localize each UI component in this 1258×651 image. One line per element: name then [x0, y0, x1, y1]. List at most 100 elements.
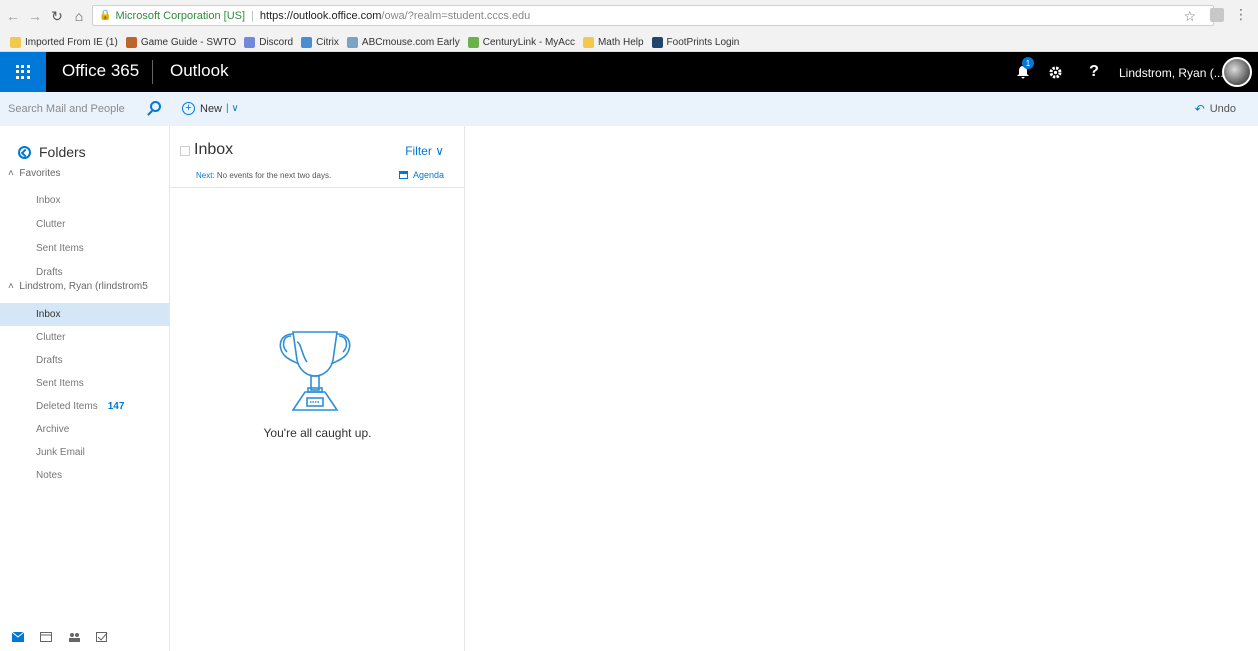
plus-icon: + [182, 102, 195, 115]
notification-badge: 1 [1022, 57, 1034, 69]
folder-label: Drafts [36, 355, 63, 366]
favorite-folder-item[interactable]: Sent Items [0, 237, 169, 260]
new-label: New [200, 102, 223, 115]
bookmark-favicon-icon [125, 36, 137, 48]
bookmark-favicon-icon [10, 36, 21, 48]
avatar[interactable] [1222, 57, 1252, 87]
favorites-group[interactable]: ˄ Favorites [8, 168, 61, 179]
bookmark-favicon-icon [244, 36, 256, 48]
unread-count-badge: 147 [107, 401, 125, 412]
folder-label: Archive [36, 424, 70, 435]
forward-arrow-icon[interactable]: → [26, 7, 44, 25]
lock-icon: 🔒 [99, 10, 112, 21]
app-name[interactable]: Outlook [170, 61, 229, 81]
chevron-up-icon: ˄ [8, 168, 14, 179]
bookmark-label: Math Help [597, 36, 644, 48]
folder-label: Notes [36, 470, 63, 481]
agenda-button[interactable]: Agenda [398, 170, 444, 180]
reading-pane [466, 126, 1258, 651]
next-label: Next: [196, 171, 215, 180]
user-name[interactable]: Lindstrom, Ryan (... [1119, 66, 1224, 80]
o365-header: Office 365 Outlook 1 ? Lindstrom, Ryan (… [0, 52, 1258, 92]
module-switcher [0, 622, 169, 651]
undo-button[interactable]: ↶ Undo [1195, 102, 1236, 116]
help-icon[interactable]: ? [1082, 52, 1106, 92]
settings-gear-icon[interactable] [1042, 52, 1068, 92]
folder-item[interactable]: Drafts [0, 349, 169, 372]
bookmark-favicon-icon [467, 36, 479, 48]
folder-item[interactable]: Clutter [0, 326, 169, 349]
undo-label: Undo [1209, 103, 1236, 115]
calendar-icon [398, 171, 408, 179]
bookmark-item[interactable]: CenturyLink - MyAcc [467, 36, 575, 48]
bookmark-item[interactable]: Math Help [582, 36, 644, 48]
folder-item[interactable]: Notes [0, 464, 169, 487]
office-brand[interactable]: Office 365 [62, 61, 139, 81]
bookmark-label: ABCmouse.com Early [361, 36, 460, 48]
tasks-icon[interactable] [96, 631, 108, 642]
bookmark-label: Discord [259, 36, 294, 48]
bookmark-item[interactable]: FootPrints Login [651, 36, 740, 48]
extension-icon[interactable] [1210, 8, 1224, 22]
bookmark-favicon-icon [346, 36, 358, 48]
bookmark-favicon-icon [582, 36, 594, 48]
people-icon[interactable] [68, 632, 80, 642]
folder-label: Deleted Items [36, 401, 98, 412]
bookmark-star-icon[interactable]: ☆ [1183, 8, 1196, 25]
site-identity: Microsoft Corporation [US] [115, 9, 246, 22]
bookmark-item[interactable]: Imported From IE (1) [10, 36, 118, 48]
address-bar[interactable]: 🔒 Microsoft Corporation [US] | https://o… [92, 5, 1214, 26]
trophy-icon [279, 331, 351, 411]
folders-header[interactable]: Folders [18, 144, 86, 160]
folder-pane: Folders ˄ Favorites Inbox Clutter Sent Ite… [0, 126, 170, 651]
chevron-down-icon[interactable]: | ∨ [226, 103, 239, 114]
folder-label: Inbox [36, 309, 61, 320]
chevron-down-icon: ∨ [435, 144, 444, 158]
folder-label: Junk Email [36, 447, 85, 458]
next-events-text: No events for the next two days. [216, 171, 332, 180]
bookmark-label: Imported From IE (1) [25, 36, 118, 48]
chevron-up-icon: ˄ [8, 281, 14, 292]
header-divider [152, 60, 153, 84]
message-list-title: Inbox [194, 141, 234, 158]
collapse-folders-icon[interactable] [18, 145, 31, 159]
url-path: /owa/?realm=student.cccs.edu [381, 9, 531, 22]
browser-chrome: ← → ↻ ⌂ 🔒 Microsoft Corporation [US] | h… [0, 0, 1258, 52]
search-icon[interactable] [150, 101, 161, 112]
folder-item[interactable]: Inbox [0, 303, 169, 326]
bookmark-item[interactable]: Citrix [301, 36, 339, 48]
folder-item[interactable]: Junk Email [0, 441, 169, 464]
favorite-folder-item[interactable]: Clutter [0, 213, 169, 236]
bookmark-item[interactable]: Game Guide - SWTO [125, 36, 236, 48]
new-button[interactable]: + New | ∨ [182, 102, 239, 115]
bookmark-label: Citrix [316, 36, 339, 48]
folder-item[interactable]: Sent Items [0, 372, 169, 395]
mail-icon[interactable] [12, 631, 24, 642]
message-list-divider [170, 187, 465, 188]
app-launcher-icon[interactable] [0, 52, 46, 92]
undo-icon: ↶ [1194, 102, 1205, 116]
address-row: ← → ↻ ⌂ 🔒 Microsoft Corporation [US] | h… [0, 0, 1258, 32]
folder-item[interactable]: Deleted Items 147 [0, 395, 169, 418]
filter-label: Filter [405, 144, 432, 158]
account-group[interactable]: ˄ Lindstrom, Ryan (rlindstrom5 [8, 281, 148, 292]
agenda-label: Agenda [412, 170, 444, 180]
search-input[interactable]: Search Mail and People [0, 92, 170, 126]
folders-header-label: Folders [39, 144, 86, 160]
calendar-icon[interactable] [40, 631, 52, 642]
back-arrow-icon[interactable]: ← [4, 7, 22, 25]
folder-item[interactable]: Archive [0, 418, 169, 441]
favorites-label: Favorites [19, 168, 61, 179]
bookmark-label: FootPrints Login [666, 36, 740, 48]
filter-button[interactable]: Filter ∨ [405, 144, 444, 158]
bookmarks-bar: Imported From IE (1) Game Guide - SWTO Dis… [0, 32, 1258, 52]
reload-icon[interactable]: ↻ [48, 7, 66, 25]
url-host: https://outlook.office.com [259, 9, 382, 22]
next-events: Next: No events for the next two days. [196, 171, 331, 180]
browser-menu-icon[interactable]: ⋮ [1234, 6, 1248, 23]
favorite-folder-item[interactable]: Inbox [0, 189, 169, 212]
select-all-checkbox[interactable] [180, 146, 190, 156]
home-icon[interactable]: ⌂ [70, 7, 88, 25]
bookmark-item[interactable]: Discord [244, 36, 294, 48]
bookmark-item[interactable]: ABCmouse.com Early [346, 36, 460, 48]
